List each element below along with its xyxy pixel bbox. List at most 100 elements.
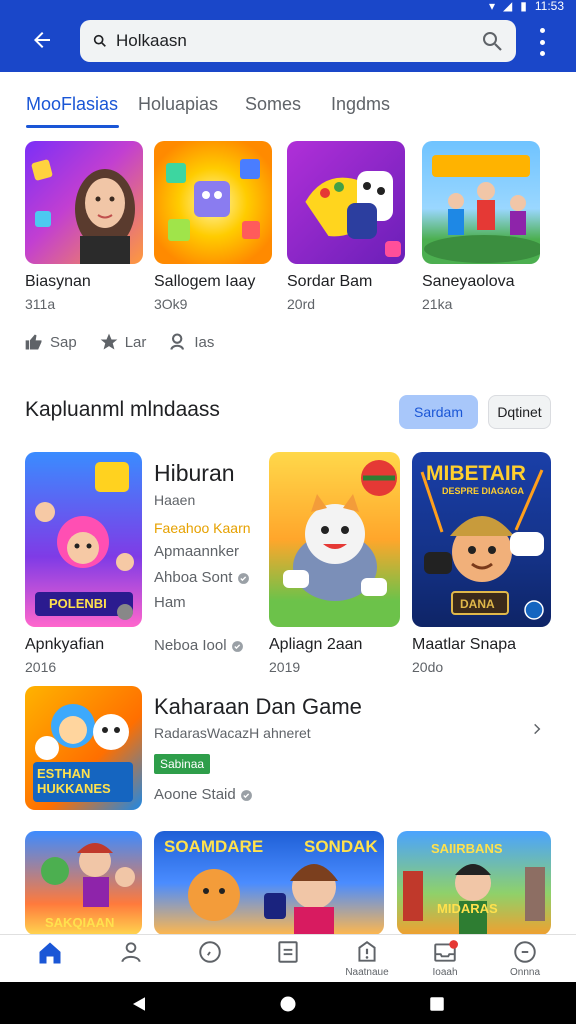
person-outline-icon <box>121 942 141 963</box>
section-secondary-button[interactable]: Dqtinet <box>488 395 551 429</box>
top-app-bar: ▾ ◢ ▮ 11:53 Holkaasn <box>0 0 576 72</box>
hiburan-line: Apmaannker <box>154 543 240 560</box>
back-button[interactable] <box>26 24 58 56</box>
promo-card[interactable]: SAKQIAAN <box>25 831 142 935</box>
poster-label: DANA <box>460 597 495 611</box>
game-thumbnail <box>287 141 405 264</box>
card-subtitle: 21ka <box>422 296 453 312</box>
nav-profile[interactable] <box>95 939 167 983</box>
card-subtitle: 3Ok9 <box>154 296 188 312</box>
search-query[interactable]: Holkaasn <box>116 31 480 51</box>
verified-icon <box>231 640 243 652</box>
section-primary-button[interactable]: Sardam <box>399 395 478 429</box>
promo-card[interactable]: SOAMDARE SONDAK <box>154 831 384 935</box>
home-icon <box>39 942 61 964</box>
tab-somes[interactable]: Somes <box>245 94 301 115</box>
hiburan-line: Ahboa Sont <box>154 569 250 586</box>
section-title: Kapluanml mlndaass <box>25 398 220 421</box>
card-subtitle: 20rd <box>287 296 316 312</box>
card-title: Biasynan <box>25 273 91 290</box>
game-poster[interactable]: MIBETAIR DESPRE DIAGAGA DANA <box>412 452 551 627</box>
nav-explore[interactable]: Onnna <box>489 939 561 983</box>
card-title: Sallogem Iaay <box>154 273 256 290</box>
verified-icon <box>240 789 252 801</box>
meta-rating[interactable]: Lar <box>99 332 146 352</box>
card-title: Sordar Bam <box>287 273 373 290</box>
promo-title: SAIIRBANS <box>431 841 503 856</box>
tile-subtitle: 20do <box>412 659 444 675</box>
tile-caption: Maatlar Snapa <box>412 636 517 653</box>
promo-title: SOAMDARE <box>164 837 264 856</box>
more-vert-icon[interactable] <box>532 28 552 56</box>
status-bar: ▾ ◢ ▮ 11:53 <box>488 0 564 13</box>
tile-caption: Apnkyafian <box>25 636 105 653</box>
featured-card[interactable]: Sordar Bam 20rd <box>287 141 405 312</box>
verified-icon <box>237 572 249 584</box>
game-icon-title: ESTHAN HUKKANES <box>37 766 111 796</box>
nav-home[interactable] <box>14 939 86 983</box>
thumb-up-icon <box>25 334 42 350</box>
nav-library[interactable] <box>252 939 324 983</box>
app-title: Kaharaan Dan Game <box>154 694 362 719</box>
game-icon[interactable]: ESTHAN HUKKANES <box>25 686 142 810</box>
game-poster[interactable]: POLENBI <box>25 452 142 627</box>
featured-card[interactable]: Biasynan 311a <box>25 141 143 312</box>
signal-icon: ▾ <box>488 0 496 13</box>
wifi-icon: ◢ <box>503 0 513 13</box>
tile-subtitle: 2016 <box>25 659 57 675</box>
tab-mooflasias[interactable]: MooFlasias <box>26 94 118 115</box>
tile-subtitle: 2019 <box>269 659 301 675</box>
featured-card[interactable]: Saneyaolova 21ka <box>422 141 540 312</box>
tile-caption: Neboa Iool <box>154 637 244 654</box>
hiburan-highlight: Faeahoo Kaarn <box>154 520 251 536</box>
nav-recent[interactable] <box>174 939 246 983</box>
active-tab-indicator <box>26 125 119 128</box>
tab-holuapias[interactable]: Holuapias <box>138 94 218 115</box>
hiburan-title: Hiburan <box>154 460 235 486</box>
person-icon <box>170 333 185 350</box>
card-subtitle: 311a <box>25 296 56 312</box>
nav-notifications[interactable]: Naatnaue <box>331 939 403 983</box>
poster-title: MIBETAIR <box>426 462 526 485</box>
app-subtitle: RadarasWacazH ahneret <box>154 725 311 741</box>
compass-icon <box>514 941 536 963</box>
tile-caption: Apliagn 2aan <box>269 636 363 653</box>
status-time: 11:53 <box>534 0 564 13</box>
search-input[interactable]: Holkaasn <box>80 20 516 62</box>
system-home-icon[interactable] <box>279 995 297 1013</box>
document-icon <box>278 941 298 963</box>
promo-title: MIDARAS <box>437 901 498 916</box>
game-poster[interactable] <box>269 452 400 627</box>
nav-inbox[interactable]: Ioaah <box>409 939 481 983</box>
search-icon <box>93 34 106 47</box>
meta-likes[interactable]: Sap <box>24 332 77 352</box>
arrow-back-icon <box>34 32 50 48</box>
featured-card[interactable]: Sallogem Iaay 3Ok9 <box>154 141 272 312</box>
battery-icon: ▮ <box>520 0 527 13</box>
search-icon[interactable] <box>480 29 504 53</box>
poster-subtitle: DESPRE DIAGAGA <box>442 486 525 496</box>
bottom-navigation: Naatnaue Ioaah Onnna <box>0 934 576 982</box>
meta-users[interactable]: Ias <box>168 332 214 352</box>
game-thumbnail <box>154 141 272 264</box>
card-title: Saneyaolova <box>422 273 515 290</box>
meta-row: Sap Lar Ias <box>24 332 214 352</box>
alert-icon <box>358 941 376 962</box>
game-thumbnail <box>25 141 143 264</box>
system-recents-icon[interactable] <box>428 995 446 1013</box>
system-navigation-bar <box>0 982 576 1024</box>
clock-icon <box>199 941 221 963</box>
promo-title: SAKQIAAN <box>45 915 115 930</box>
app-meta: Aoone Staid <box>154 786 253 803</box>
poster-title: POLENBI <box>49 596 107 611</box>
hiburan-line: Ham <box>154 594 186 611</box>
chevron-right-icon[interactable] <box>530 722 544 736</box>
inbox-icon <box>434 940 458 962</box>
system-back-icon[interactable] <box>130 995 148 1013</box>
promo-card[interactable]: SAIIRBANS MIDARAS <box>397 831 551 935</box>
tab-ingdms[interactable]: Ingdms <box>331 94 390 115</box>
app-badge: Sabinaa <box>154 754 211 774</box>
game-thumbnail <box>422 141 540 264</box>
promo-title: SONDAK <box>304 837 378 856</box>
star-icon <box>100 333 118 350</box>
